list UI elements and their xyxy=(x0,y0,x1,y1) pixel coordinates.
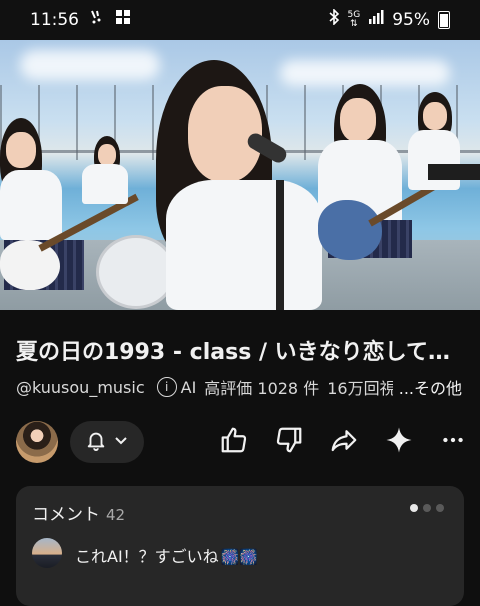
status-time: 11:56 xyxy=(30,9,79,30)
share-icon xyxy=(329,425,359,459)
ai-label: AI xyxy=(180,377,197,397)
likes-stat: 高評価 1028 件 xyxy=(204,379,320,398)
fireworks-emoji: 🎆🎆 xyxy=(220,548,259,566)
video-title[interactable]: 夏の日の1993 - class / いきなり恋してし… xyxy=(16,334,466,366)
video-meta-row[interactable]: @kuusou_music i AI 高評価 1028 件 16万回視聴 ...… xyxy=(16,375,466,399)
comments-panel[interactable]: コメント 42 これAI！？すごいね 🎆🎆 xyxy=(16,486,464,606)
signal-icon xyxy=(368,9,384,30)
battery-percent: 95% xyxy=(392,9,430,30)
bell-icon xyxy=(85,429,107,455)
like-button[interactable] xyxy=(216,424,252,460)
notification-icon xyxy=(89,9,105,30)
network-type: 5G ⇅ xyxy=(347,9,361,29)
top-comment: これAI！？すごいね 🎆🎆 xyxy=(75,543,258,567)
dislike-button[interactable] xyxy=(271,424,307,460)
comments-label: コメント xyxy=(32,505,100,525)
commenter-avatar xyxy=(32,538,62,568)
notification-bell-button[interactable] xyxy=(70,421,144,463)
remix-button[interactable] xyxy=(381,424,417,460)
top-comment-text: これAI！？すごいね xyxy=(75,547,219,566)
carousel-dot xyxy=(423,504,431,512)
comments-count: 42 xyxy=(106,506,126,524)
carousel-dots xyxy=(410,504,444,512)
more-actions-button[interactable] xyxy=(435,424,471,460)
channel-avatar[interactable] xyxy=(16,421,58,463)
carousel-dot xyxy=(436,504,444,512)
more-description-link[interactable]: ...その他 xyxy=(392,375,462,399)
video-player[interactable] xyxy=(0,40,480,310)
thumbs-up-icon xyxy=(219,425,249,459)
comments-header: コメント 42 xyxy=(32,500,125,525)
windows-icon xyxy=(115,9,131,30)
info-icon: i xyxy=(156,377,177,397)
ai-badge[interactable]: i AI xyxy=(156,377,197,397)
share-button[interactable] xyxy=(326,424,362,460)
battery-icon xyxy=(438,10,450,29)
chevron-down-icon xyxy=(113,432,129,452)
sparkle-icon xyxy=(384,425,414,459)
thumbs-down-icon xyxy=(274,425,304,459)
more-horizontal-icon xyxy=(440,427,466,457)
bluetooth-icon xyxy=(328,8,340,30)
channel-handle[interactable]: @kuusou_music xyxy=(16,378,145,397)
carousel-dot-active xyxy=(410,504,418,512)
status-bar: 11:56 5G ⇅ 95% xyxy=(0,0,480,40)
